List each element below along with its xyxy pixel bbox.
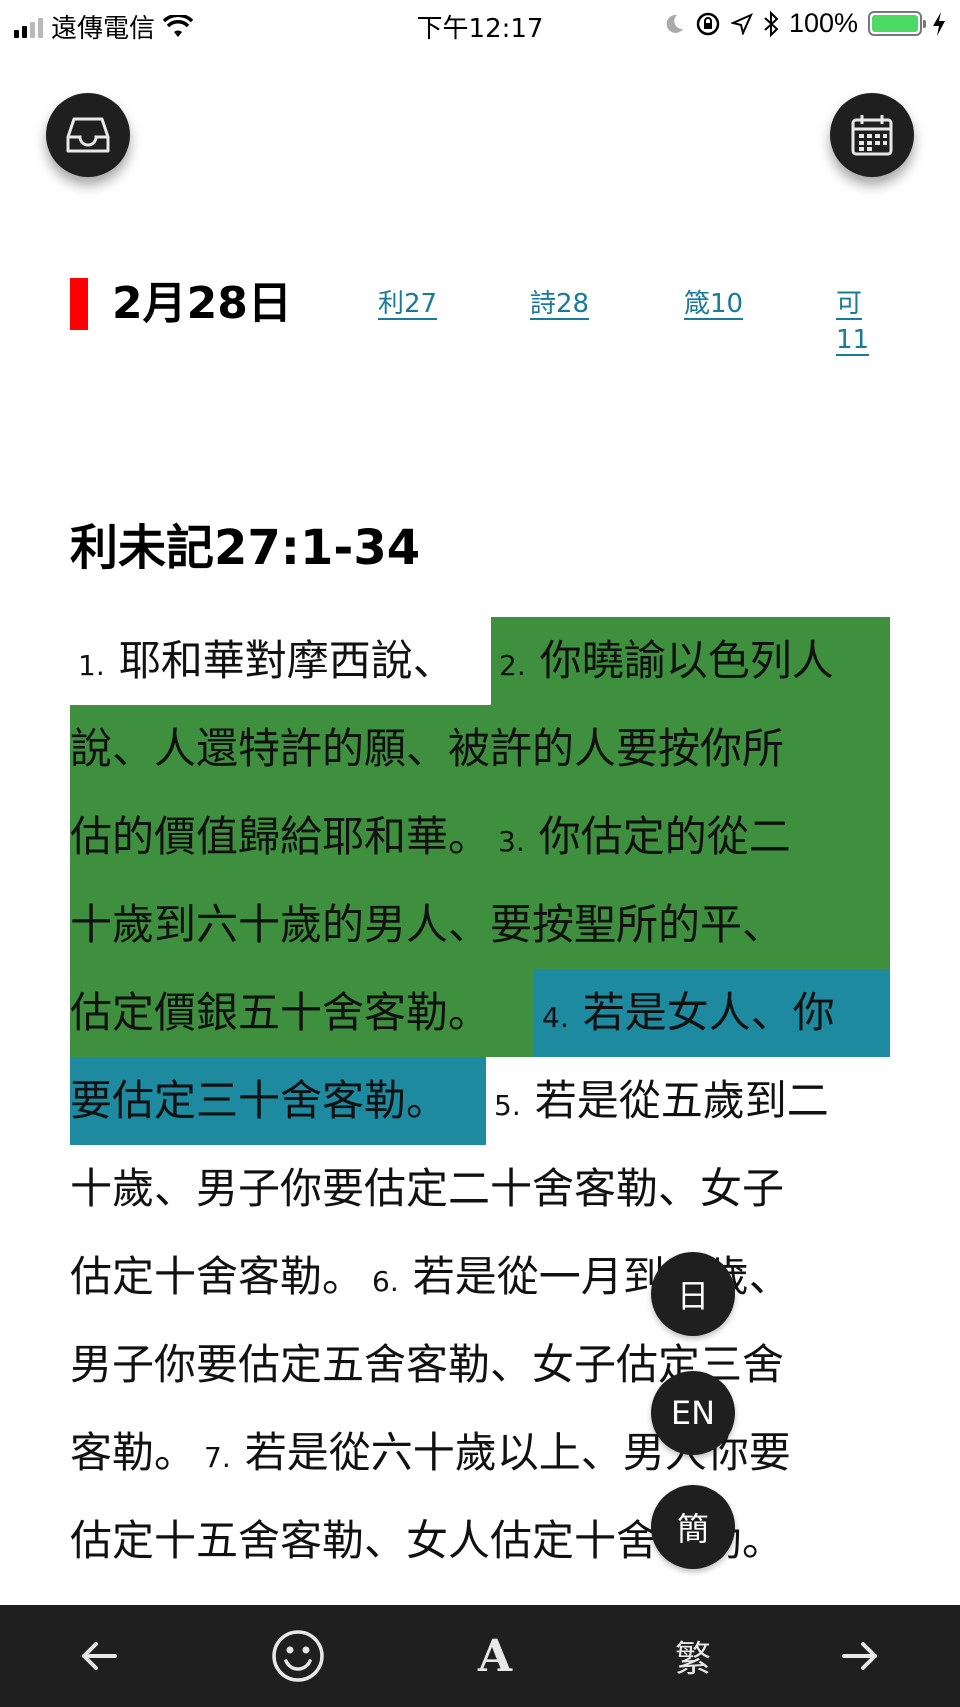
passage-line: 說、人還特許的願、被許的人要按你所 — [70, 705, 890, 793]
verse-text-highlighted[interactable]: 要估定三十舍客勒。 — [70, 1057, 486, 1145]
reading-link-psalms[interactable]: 詩28 — [530, 286, 589, 322]
arrow-left-icon — [82, 1642, 117, 1670]
font-icon: A — [477, 1630, 513, 1682]
english-button[interactable]: EN — [651, 1371, 735, 1455]
passage-line: 要估定三十舍客勒。 5. 若是從五歲到二 — [70, 1057, 890, 1145]
battery-icon — [868, 11, 926, 36]
verse-text[interactable]: 十歲到六十歲的男人、要按聖所的平、 — [70, 900, 784, 949]
date-row: 2月28日 利27 詩28 箴10 可11 — [70, 276, 890, 355]
verse-number: 2. — [499, 649, 526, 682]
verse-number: 7. — [204, 1441, 231, 1474]
verse-segment[interactable]: 5. 若是從五歲到二 — [486, 1076, 829, 1125]
bluetooth-icon — [764, 10, 779, 37]
passage-line: 1. 耶和華對摩西說、 2. 你曉諭以色列人 — [70, 617, 890, 705]
arrow-right-icon — [842, 1642, 877, 1670]
calendar-button[interactable] — [830, 93, 914, 177]
emoji-button[interactable] — [263, 1621, 333, 1691]
passage-line: 客勒。 7. 若是從六十歲以上、男人你要 — [70, 1409, 890, 1497]
simplified-chinese-button[interactable]: 簡 — [651, 1485, 735, 1569]
verse-segment[interactable]: 1. 耶和華對摩西說、 — [70, 636, 455, 685]
reading-link-mark[interactable]: 可11 — [836, 286, 890, 358]
rotation-lock-icon — [696, 12, 720, 35]
passage-line: 估定十五舍客勒、女人估定十舍客勒。 — [70, 1497, 890, 1585]
date-title: 2月28日 — [112, 278, 292, 329]
location-icon — [730, 12, 753, 35]
inbox-button[interactable] — [46, 93, 130, 177]
battery-percent: 100% — [788, 8, 858, 38]
passage-line: 估定十舍客勒。 6. 若是從一月到五歲、 — [70, 1233, 890, 1321]
verse-segment-highlighted[interactable]: 4. 若是女人、你 — [534, 969, 890, 1057]
passage-line: 十歲到六十歲的男人、要按聖所的平、 — [70, 881, 890, 969]
verse-text: 若是女人、你 — [582, 988, 835, 1037]
reading-link-leviticus[interactable]: 利27 — [378, 286, 437, 322]
passage-line: 估定價銀五十舍客勒。 4. 若是女人、你 — [70, 969, 890, 1057]
passage-line: 十歲、男子你要估定二十舍客勒、女子 — [70, 1145, 890, 1233]
passage-text: 1. 耶和華對摩西說、 2. 你曉諭以色列人 說、人還特許的願、被許的人要按你所 估的… — [70, 617, 890, 1585]
smiley-icon — [272, 1630, 324, 1682]
verse-text[interactable]: 估的價值歸給耶和華。 — [70, 812, 490, 861]
status-right: 100% — [663, 8, 946, 39]
verse-number: 1. — [78, 649, 105, 682]
passage-line: 男子你要估定五舍客勒、女子估定三舍 — [70, 1321, 890, 1409]
calendar-icon — [851, 115, 893, 156]
date-marker — [70, 278, 88, 330]
verse-text[interactable]: 估定十舍客勒。 — [70, 1252, 364, 1301]
verse-segment-highlighted[interactable]: 2. 你曉諭以色列人 — [491, 617, 890, 705]
verse-number: 5. — [494, 1089, 521, 1122]
verse-text[interactable]: 十歲、男子你要估定二十舍客勒、女子 — [70, 1164, 784, 1213]
verse-text: 你估定的從二 — [538, 812, 791, 861]
status-bar: 遠傳電信 下午12:17 100% — [0, 0, 960, 50]
charging-icon — [933, 11, 945, 36]
verse-number: 3. — [498, 825, 525, 858]
inbox-icon — [66, 117, 110, 153]
verse-text: 你曉諭以色列人 — [539, 636, 834, 685]
japanese-button[interactable]: 日 — [651, 1252, 735, 1336]
font-size-button[interactable]: A — [460, 1621, 530, 1691]
verse-text[interactable]: 客勒。 — [70, 1428, 196, 1477]
verse-text-highlighted[interactable]: 估定價銀五十舍客勒。 — [70, 969, 534, 1057]
verse-segment[interactable]: 3. 你估定的從二 — [490, 812, 791, 861]
forward-button[interactable] — [825, 1621, 895, 1691]
back-button[interactable] — [64, 1621, 134, 1691]
passage-line: 估的價值歸給耶和華。 3. 你估定的從二 — [70, 793, 890, 881]
traditional-chinese-button[interactable]: 繁 — [658, 1621, 728, 1691]
verse-text: 若是從五歲到二 — [534, 1076, 829, 1125]
moon-icon — [666, 14, 683, 33]
verse-number: 6. — [372, 1265, 399, 1298]
verse-text: 耶和華對摩西說、 — [118, 636, 455, 685]
bottom-toolbar: A 繁 — [0, 1605, 960, 1707]
verse-number: 4. — [542, 1001, 569, 1034]
verse-text[interactable]: 說、人還特許的願、被許的人要按你所 — [70, 724, 784, 773]
passage-title: 利未記27:1-34 — [70, 520, 421, 576]
reading-link-proverbs[interactable]: 箴10 — [684, 286, 743, 322]
